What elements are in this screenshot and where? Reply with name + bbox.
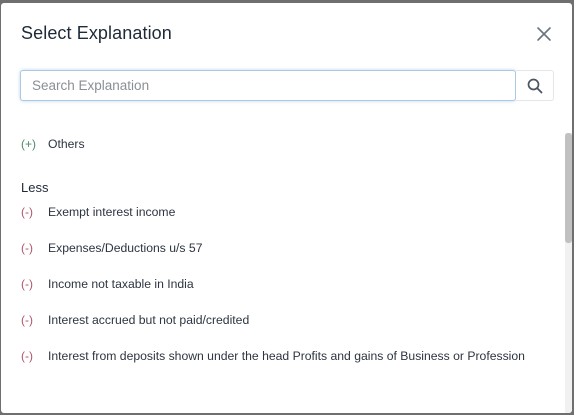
minus-sign: (-): [21, 277, 33, 291]
dialog-header: Select Explanation: [1, 3, 572, 63]
list-item-label: Expenses/Deductions u/s 57: [48, 241, 203, 255]
list-item-others[interactable]: (+) Others: [21, 135, 85, 153]
minus-sign: (-): [21, 313, 33, 327]
select-explanation-dialog: Select Explanation (+) Others Less (-) E…: [1, 3, 572, 413]
list-item-label: Exempt interest income: [48, 205, 176, 219]
dialog-title: Select Explanation: [21, 23, 172, 43]
search-icon: [527, 78, 542, 93]
search-input[interactable]: [20, 70, 516, 101]
close-icon: [537, 27, 551, 41]
search-button[interactable]: [516, 70, 554, 101]
minus-sign: (-): [21, 349, 33, 363]
plus-sign: (+): [21, 137, 36, 151]
list-item[interactable]: (-) Exempt interest income: [21, 203, 175, 221]
scrollbar-thumb[interactable]: [565, 133, 572, 243]
list-item-label: Interest from deposits shown under the h…: [48, 349, 525, 363]
section-heading-less: Less: [21, 180, 49, 195]
list-item[interactable]: (-) Interest accrued but not paid/credit…: [21, 311, 249, 329]
list-item-label: Income not taxable in India: [48, 277, 194, 291]
minus-sign: (-): [21, 241, 33, 255]
list-item[interactable]: (-) Expenses/Deductions u/s 57: [21, 239, 202, 257]
minus-sign: (-): [21, 205, 33, 219]
list-item-label: Others: [48, 137, 85, 151]
close-button[interactable]: [536, 26, 552, 42]
list-item-label: Interest accrued but not paid/credited: [48, 313, 250, 327]
list-item[interactable]: (-) Interest from deposits shown under t…: [21, 347, 525, 365]
list-item[interactable]: (-) Income not taxable in India: [21, 275, 194, 293]
